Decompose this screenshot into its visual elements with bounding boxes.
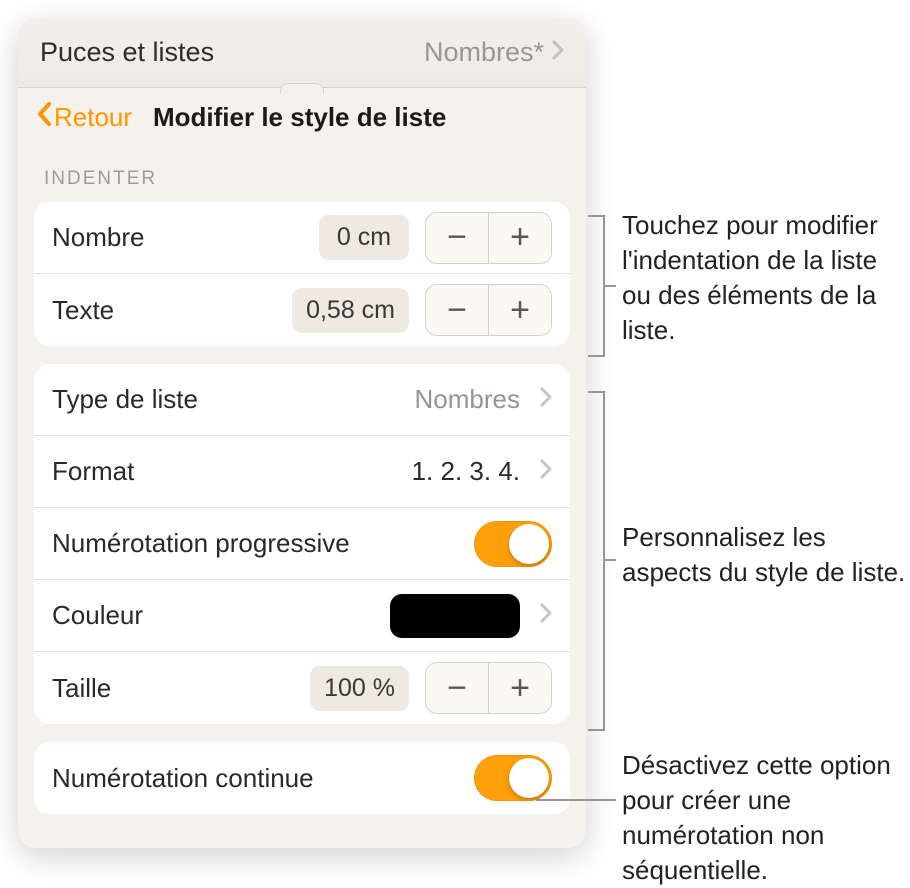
format-label: Format <box>52 456 134 487</box>
chevron-right-icon <box>540 458 552 486</box>
indent-number-increment[interactable]: + <box>489 213 551 263</box>
color-label: Couleur <box>52 600 143 631</box>
indent-card: Nombre 0 cm − + Texte 0,58 cm − + <box>34 202 570 346</box>
indent-text-row: Texte 0,58 cm − + <box>34 274 570 346</box>
nav-bar: Retour Modifier le style de liste <box>18 88 586 146</box>
size-value: 100 % <box>310 666 409 711</box>
breadcrumb-title: Puces et listes <box>40 37 214 68</box>
page-title: Modifier le style de liste <box>153 102 446 133</box>
back-button[interactable]: Retour <box>36 101 132 134</box>
indent-number-decrement[interactable]: − <box>426 213 488 263</box>
callout-continue: Désactivez cette option pour créer une n… <box>622 748 910 888</box>
continue-card: Numérotation continue <box>34 742 570 814</box>
tiered-numbers-row: Numérotation progressive <box>34 508 570 580</box>
chevron-right-icon <box>552 40 564 65</box>
list-style-panel: Puces et listes Nombres* Retour Modifier… <box>18 18 586 848</box>
tiered-numbers-toggle[interactable] <box>474 521 552 567</box>
size-label: Taille <box>52 673 111 704</box>
format-row[interactable]: Format 1. 2. 3. 4. <box>34 436 570 508</box>
color-row[interactable]: Couleur <box>34 580 570 652</box>
continue-label: Numérotation continue <box>52 763 314 794</box>
continue-numbering-row: Numérotation continue <box>34 742 570 814</box>
callout-indent: Touchez pour modifier l'indentation de l… <box>622 208 910 348</box>
chevron-left-icon <box>36 101 52 134</box>
list-type-row[interactable]: Type de liste Nombres <box>34 364 570 436</box>
section-header-indent: INDENTER <box>18 146 586 196</box>
indent-text-increment[interactable]: + <box>489 285 551 335</box>
tiered-label: Numérotation progressive <box>52 528 350 559</box>
indent-text-decrement[interactable]: − <box>426 285 488 335</box>
size-row: Taille 100 % − + <box>34 652 570 724</box>
style-card: Type de liste Nombres Format 1. 2. 3. 4.… <box>34 364 570 724</box>
chevron-right-icon <box>540 386 552 414</box>
format-value: 1. 2. 3. 4. <box>412 456 520 487</box>
color-swatch <box>390 594 520 638</box>
chevron-right-icon <box>540 602 552 630</box>
list-type-value: Nombres <box>415 384 520 415</box>
back-label: Retour <box>54 102 132 133</box>
callout-style: Personnalisez les aspects du style de li… <box>622 520 910 590</box>
list-type-label: Type de liste <box>52 384 198 415</box>
breadcrumb-value: Nombres* <box>424 37 544 68</box>
size-decrement[interactable]: − <box>426 663 488 713</box>
breadcrumb[interactable]: Puces et listes Nombres* <box>18 18 586 88</box>
indent-text-value: 0,58 cm <box>292 288 409 333</box>
indent-text-label: Texte <box>52 295 114 326</box>
size-stepper: − + <box>425 662 552 714</box>
size-increment[interactable]: + <box>489 663 551 713</box>
indent-number-label: Nombre <box>52 222 144 253</box>
indent-number-row: Nombre 0 cm − + <box>34 202 570 274</box>
indent-number-stepper: − + <box>425 212 552 264</box>
indent-text-stepper: − + <box>425 284 552 336</box>
indent-number-value: 0 cm <box>319 215 409 260</box>
continue-numbering-toggle[interactable] <box>474 755 552 801</box>
